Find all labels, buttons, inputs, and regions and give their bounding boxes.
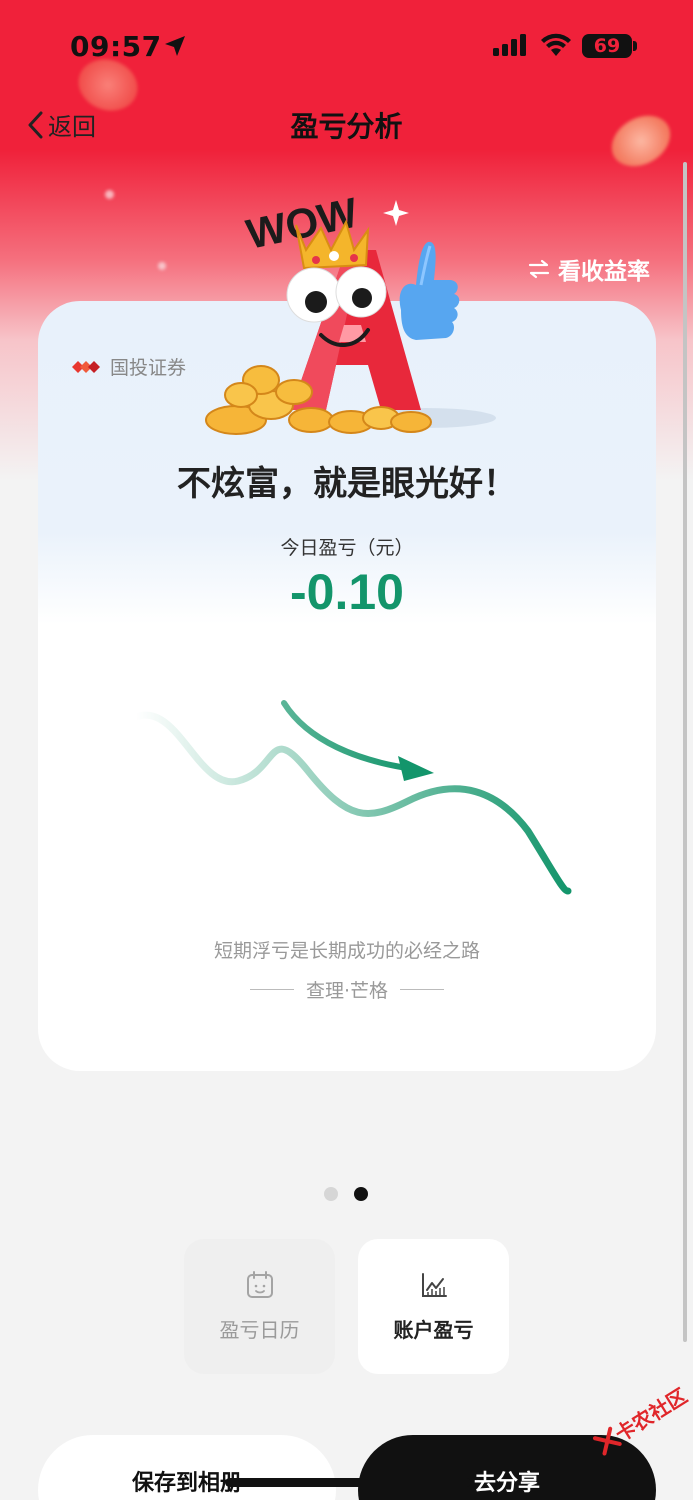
- page-dot-2-active[interactable]: [354, 1187, 368, 1201]
- chart-icon: [421, 1273, 447, 1297]
- divider-line: [400, 989, 445, 990]
- status-bar: 09:57 69: [0, 0, 693, 95]
- quote-text: 短期浮亏是长期成功的必经之路: [213, 940, 480, 962]
- brand-name: 国投证券: [110, 357, 187, 379]
- today-pnl-label: 今日盈亏（元）: [280, 537, 414, 559]
- tile-label: 账户盈亏: [393, 1318, 474, 1342]
- battery-tip: [633, 41, 637, 51]
- slogan: 不炫富，就是眼光好！: [177, 464, 517, 504]
- thumbs-up-hand: [399, 241, 460, 340]
- wifi-icon: [541, 33, 571, 56]
- watermark-text: 卡农社区: [610, 1383, 692, 1447]
- today-pnl-value: -0.10: [290, 564, 404, 620]
- battery-indicator: 69: [582, 34, 632, 58]
- share-button-label: 去分享: [473, 1471, 540, 1496]
- status-time: 09:57: [70, 30, 162, 63]
- author-name: 查理·芒格: [305, 980, 389, 1002]
- account-pnl-tab[interactable]: 账户盈亏: [358, 1239, 509, 1374]
- quote-author: 查理·芒格: [38, 976, 656, 1003]
- page-indicator: [324, 1187, 384, 1201]
- cellular-signal-icon: [493, 34, 526, 56]
- watermark: 卡农社区: [590, 1380, 692, 1459]
- down-arrow-curve: [281, 700, 416, 772]
- scrollbar[interactable]: [683, 162, 687, 1342]
- downtrend-wave: [132, 711, 572, 895]
- down-arrow-head: [398, 756, 434, 781]
- blurred-coin-decoration: [105, 190, 114, 199]
- downtrend-illustration: [132, 700, 572, 895]
- page-dot-1[interactable]: [324, 1187, 338, 1201]
- pnl-calendar-tab[interactable]: 盈亏日历: [184, 1239, 335, 1374]
- divider-line: [249, 989, 294, 990]
- tile-label: 盈亏日历: [219, 1318, 300, 1342]
- swap-arrows-icon: [528, 259, 550, 279]
- switch-rate-label: 看收益率: [558, 259, 650, 285]
- home-indicator[interactable]: [225, 1478, 471, 1487]
- nav-bar: 返回 盈亏分析: [0, 95, 693, 151]
- sparkle-icon: [383, 200, 409, 226]
- page-title: 盈亏分析: [290, 110, 403, 143]
- calendar-icon: [246, 1271, 273, 1298]
- brand-logo-icon: [72, 360, 100, 373]
- switch-to-return-rate-button[interactable]: 看收益率: [528, 252, 650, 286]
- location-arrow-icon: [165, 36, 185, 56]
- blurred-coin-decoration: [158, 262, 166, 270]
- save-to-album-button[interactable]: 保存到相册: [38, 1435, 336, 1500]
- brand: 国投证券: [72, 353, 186, 380]
- mascot-illustration: WOW: [205, 189, 496, 435]
